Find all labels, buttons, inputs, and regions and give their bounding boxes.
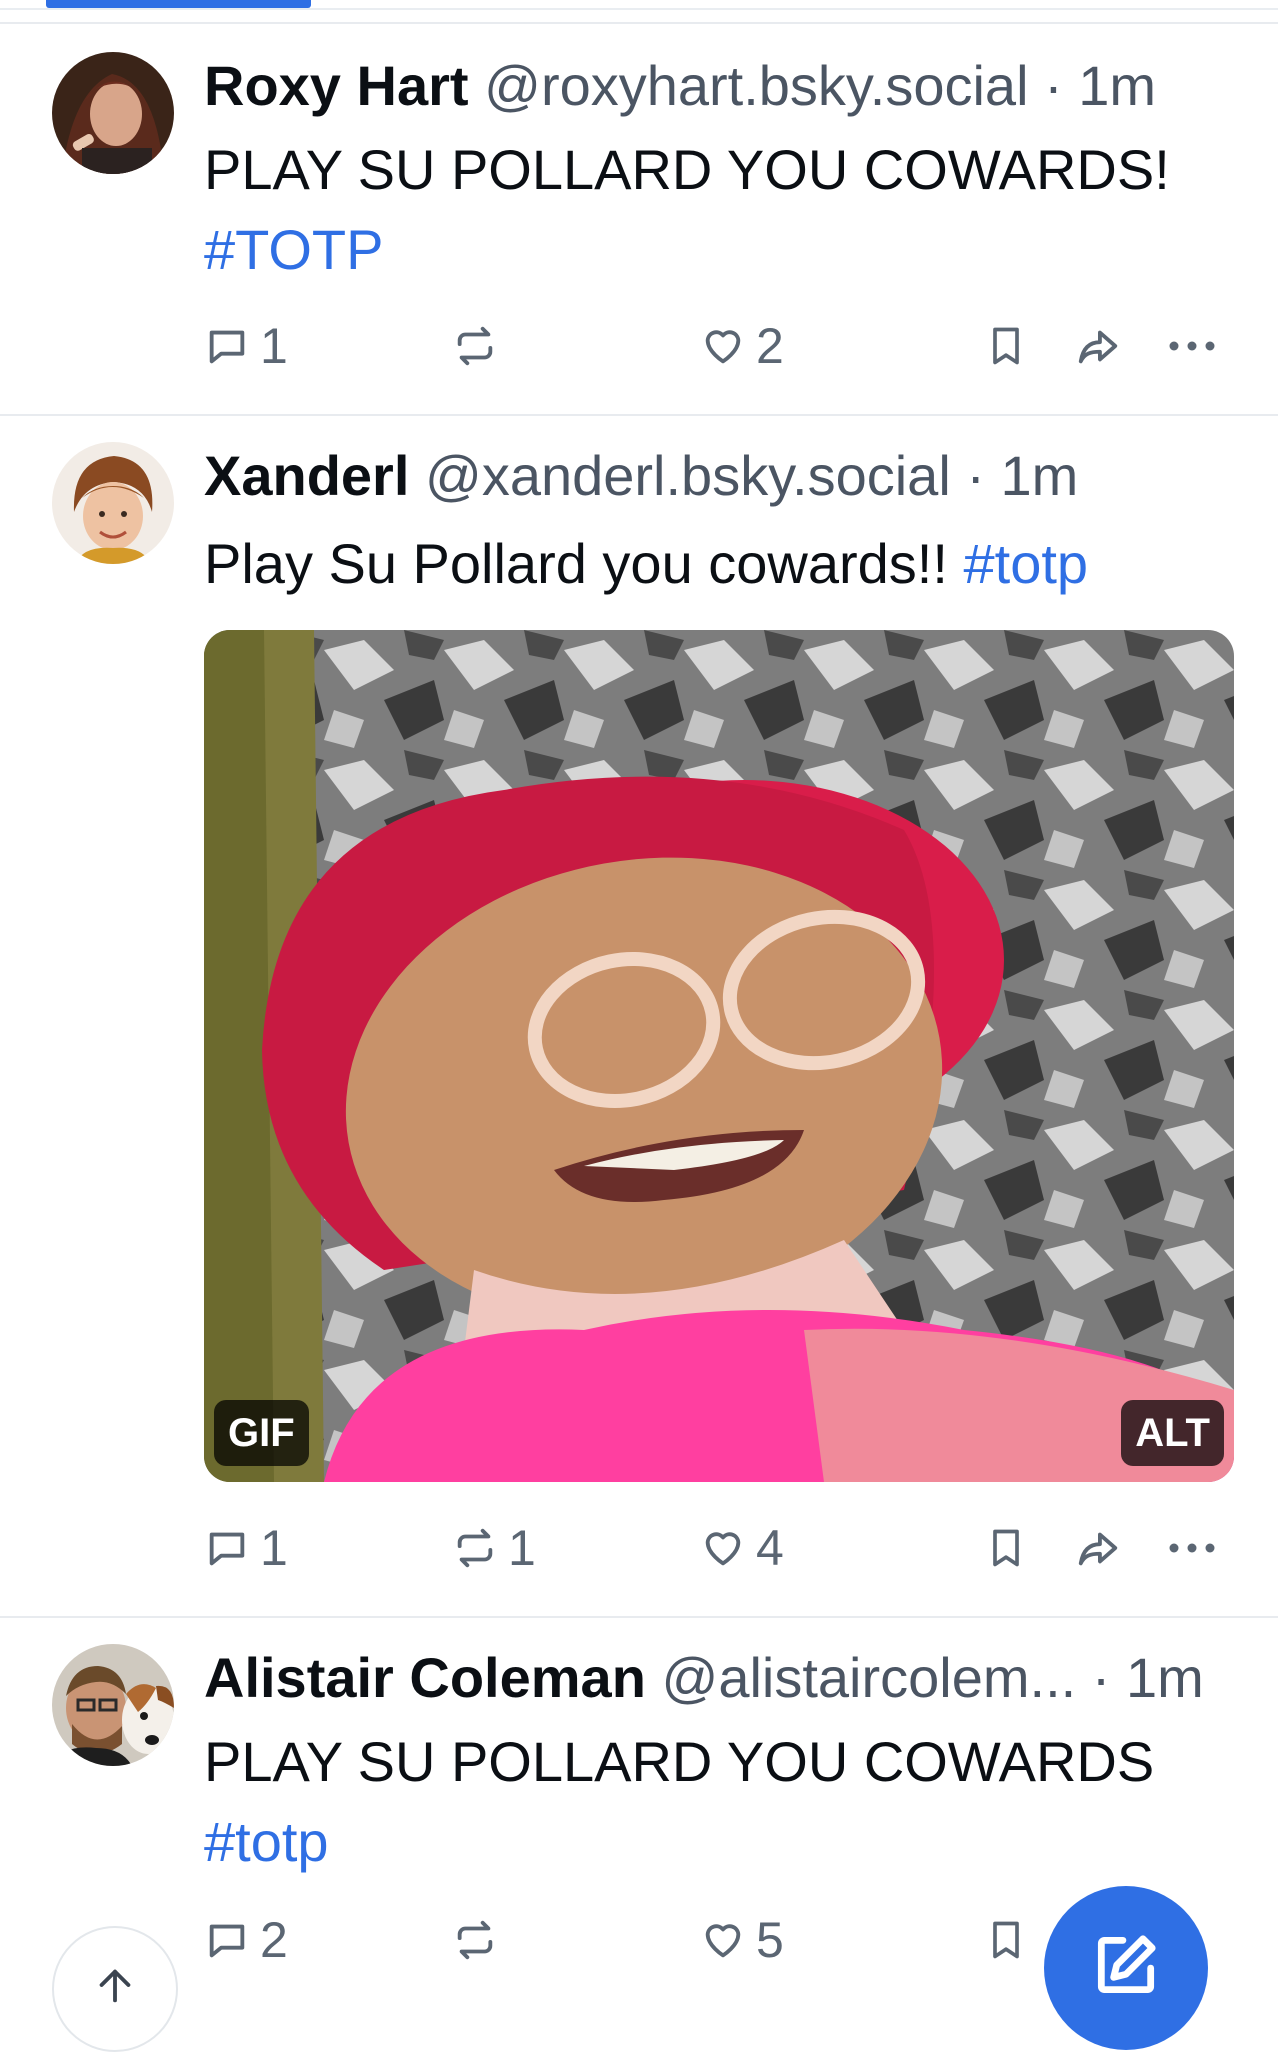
- avatar[interactable]: [52, 1644, 174, 1766]
- repost-icon: [457, 326, 493, 366]
- repost-button[interactable]: [452, 306, 508, 386]
- author-handle[interactable]: @xanderl.bsky.social: [425, 444, 951, 507]
- active-tab-indicator: [46, 0, 311, 8]
- post-text-line: PLAY SU POLLARD YOU COWARDS: [204, 1730, 1155, 1793]
- post-text-line: Play Su Pollard you cowards!!: [204, 532, 948, 595]
- speech-bubble-icon: [209, 1532, 245, 1566]
- post-time[interactable]: · 1m: [1092, 1646, 1204, 1709]
- author-name[interactable]: Roxy Hart: [204, 54, 469, 117]
- hashtag-link[interactable]: #totp: [963, 532, 1088, 595]
- like-button[interactable]: 5: [700, 1900, 784, 1980]
- hashtag-link[interactable]: #TOTP: [204, 210, 1170, 290]
- heart-icon: [705, 330, 741, 364]
- repost-icon: [457, 1920, 493, 1960]
- like-count: 2: [756, 318, 784, 374]
- reply-count: 1: [260, 318, 288, 374]
- post-header: Xanderl @xanderl.bsky.social · 1m: [204, 442, 1078, 510]
- post-actions: 1 1 4: [0, 1508, 1278, 1588]
- post-text: PLAY SU POLLARD YOU COWARDS! #TOTP: [204, 130, 1170, 290]
- alt-text-badge[interactable]: ALT: [1121, 1400, 1224, 1466]
- post-text-line: PLAY SU POLLARD YOU COWARDS!: [204, 138, 1170, 201]
- bookmark-icon: [993, 1529, 1019, 1567]
- like-count: 4: [756, 1520, 784, 1576]
- bookmark-button[interactable]: [984, 306, 1028, 386]
- heart-icon: [705, 1532, 741, 1566]
- feed-divider: [0, 22, 1278, 24]
- gif-image: [204, 630, 1234, 1482]
- reply-button[interactable]: 2: [204, 1900, 288, 1980]
- bookmark-icon: [993, 327, 1019, 365]
- share-button[interactable]: [1074, 306, 1122, 386]
- bookmark-button[interactable]: [984, 1900, 1028, 1980]
- more-options-button[interactable]: [1168, 306, 1216, 386]
- speech-bubble-icon: [209, 330, 245, 364]
- like-button[interactable]: 4: [700, 1508, 784, 1588]
- post-text: Play Su Pollard you cowards!! #totp: [204, 524, 1088, 604]
- share-button[interactable]: [1074, 1508, 1122, 1588]
- ellipsis-icon: [1169, 341, 1215, 351]
- reply-count: 2: [260, 1912, 288, 1968]
- bookmark-icon: [993, 1921, 1019, 1959]
- reply-button[interactable]: 1: [204, 1508, 288, 1588]
- share-arrow-icon: [1078, 1532, 1118, 1566]
- like-button[interactable]: 2: [700, 306, 784, 386]
- author-handle[interactable]: @alistaircolem...: [661, 1646, 1076, 1709]
- more-options-button[interactable]: [1168, 1508, 1216, 1588]
- feed-divider: [0, 1616, 1278, 1618]
- gif-embed[interactable]: GIF ALT: [204, 630, 1234, 1482]
- author-name[interactable]: Alistair Coleman: [204, 1646, 646, 1709]
- hashtag-link[interactable]: #totp: [204, 1802, 1154, 1882]
- repost-button[interactable]: [452, 1900, 508, 1980]
- arrow-up-icon: [99, 1969, 131, 2003]
- bookmark-button[interactable]: [984, 1508, 1028, 1588]
- speech-bubble-icon: [209, 1924, 245, 1958]
- post-header: Roxy Hart @roxyhart.bsky.social · 1m: [204, 52, 1156, 120]
- reply-count: 1: [260, 1520, 288, 1576]
- like-count: 5: [756, 1912, 784, 1968]
- repost-count: 1: [508, 1520, 536, 1576]
- post-text: PLAY SU POLLARD YOU COWARDS #totp: [204, 1722, 1154, 1882]
- post-time[interactable]: · 1m: [966, 444, 1078, 507]
- share-arrow-icon: [1078, 330, 1118, 364]
- feed-divider: [0, 414, 1278, 416]
- author-name[interactable]: Xanderl: [204, 444, 409, 507]
- post-actions: 1 2: [0, 306, 1278, 386]
- post-header: Alistair Coleman @alistaircolem... · 1m: [204, 1644, 1204, 1712]
- ellipsis-icon: [1169, 1543, 1215, 1553]
- compose-post-button[interactable]: [1044, 1886, 1208, 2050]
- reply-button[interactable]: 1: [204, 306, 288, 386]
- avatar[interactable]: [52, 52, 174, 174]
- scroll-to-top-button[interactable]: [52, 1926, 178, 2052]
- compose-icon: [1097, 1935, 1156, 1994]
- heart-icon: [705, 1924, 741, 1958]
- repost-icon: [457, 1528, 493, 1568]
- post-time[interactable]: · 1m: [1044, 54, 1156, 117]
- gif-badge: GIF: [214, 1400, 309, 1466]
- repost-button[interactable]: 1: [452, 1508, 536, 1588]
- avatar[interactable]: [52, 442, 174, 564]
- author-handle[interactable]: @roxyhart.bsky.social: [484, 54, 1028, 117]
- top-divider: [0, 8, 1278, 10]
